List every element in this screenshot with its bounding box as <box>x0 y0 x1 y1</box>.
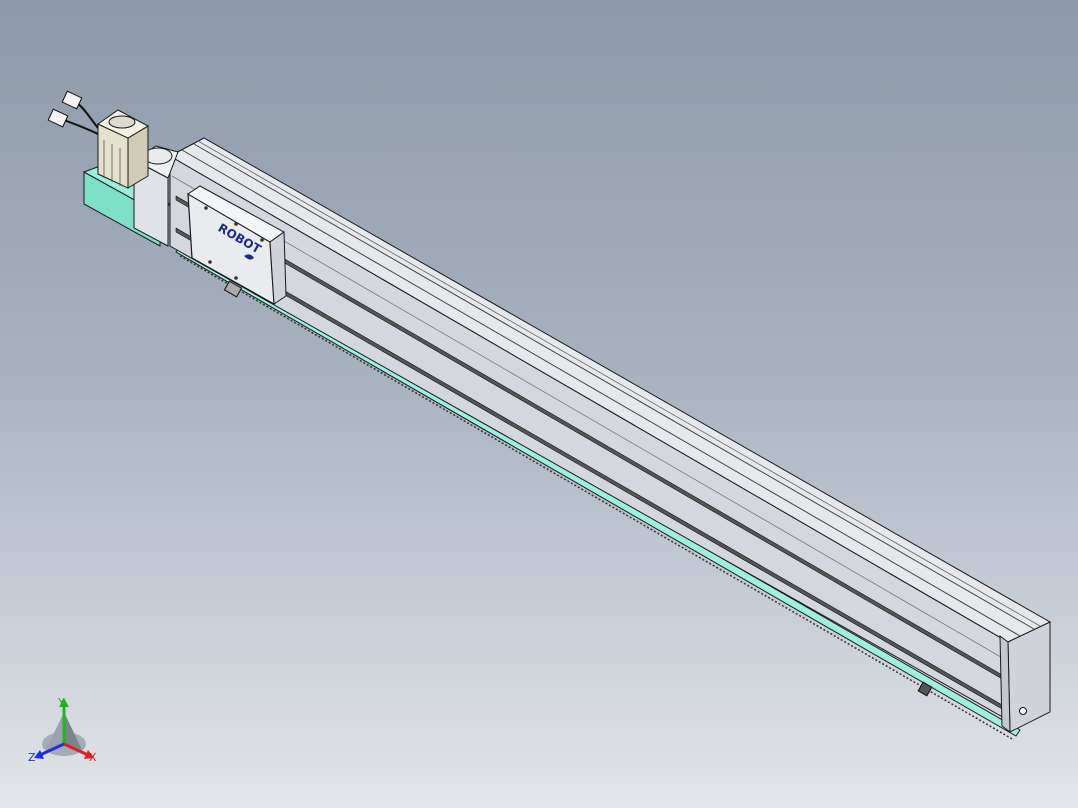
base-rail-teeth <box>179 255 1015 741</box>
carriage-bolt-3 <box>260 238 264 242</box>
motor-top-boss <box>108 115 136 129</box>
carriage-bolt-1 <box>204 206 208 210</box>
cable-connector-2 <box>47 108 69 128</box>
linear-actuator-model[interactable]: ROBOT <box>0 0 1078 808</box>
carriage-bolt-4 <box>208 260 212 264</box>
carriage-bolt-5 <box>234 276 238 280</box>
triad-z-label: Z <box>28 751 36 764</box>
end-cap-side <box>999 634 1011 734</box>
end-cap-hole <box>1019 707 1027 715</box>
end-cap-front <box>1007 621 1051 733</box>
triad-y-label: Y <box>58 696 65 709</box>
profile-top-face <box>168 137 1052 643</box>
profile-front-edge-line <box>171 175 1007 661</box>
graphics-viewport[interactable]: ROBOT Y X Z <box>0 0 1078 808</box>
motor-cable-1 <box>77 103 99 129</box>
triad-x-label: X <box>89 751 97 764</box>
profile-front-slot-upper <box>175 195 1005 681</box>
profile-front-slot-lower <box>175 227 1005 711</box>
cable-connector-1 <box>61 90 83 110</box>
profile-top-groove-3 <box>197 140 1041 627</box>
profile-top-groove-2 <box>193 143 1035 630</box>
profile-top-groove-1 <box>181 149 1021 637</box>
carriage-bolt-2 <box>234 222 238 226</box>
